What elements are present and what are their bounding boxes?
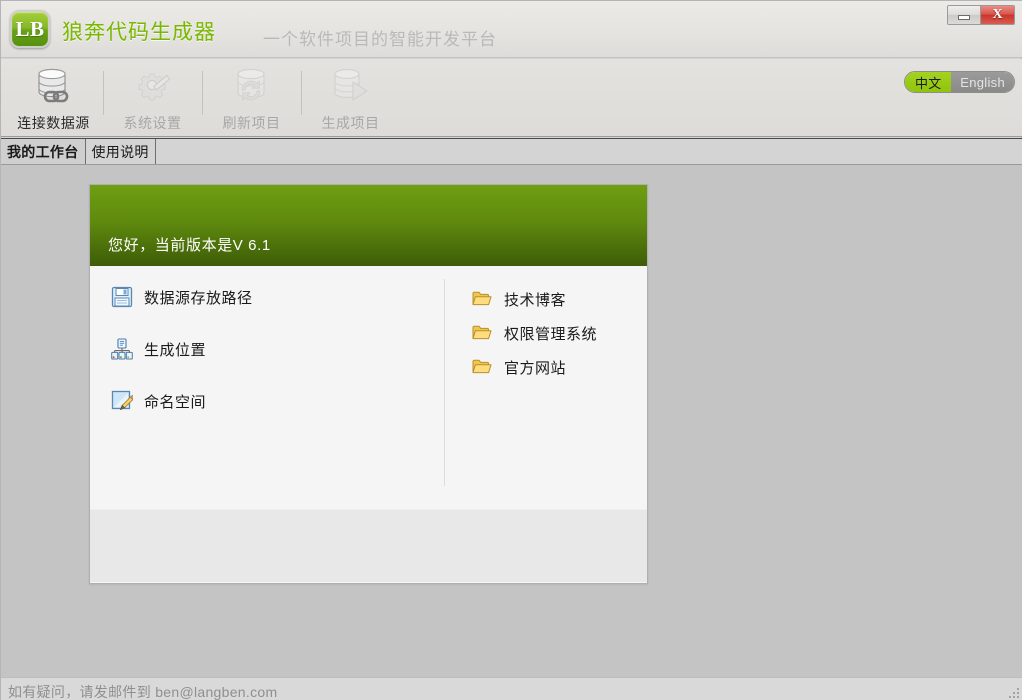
link-label-datasource-path: 数据源存放路径 <box>144 287 253 308</box>
workbench-panel-body: 数据源存放路径 <box>90 266 647 509</box>
status-bar: 如有疑问，请发邮件到 ben@langben.com <box>1 677 1022 700</box>
link-permission-system[interactable]: 权限管理系统 <box>470 317 640 349</box>
toolbar-label-system-settings: 系统设置 <box>124 113 182 133</box>
close-button[interactable]: X <box>981 6 1014 24</box>
link-namespace[interactable]: 命名空间 <box>110 385 430 417</box>
minimize-button[interactable] <box>948 6 981 24</box>
title-bar: LB 狼奔代码生成器 一个软件项目的智能开发平台 X <box>1 1 1022 58</box>
app-subtitle: 一个软件项目的智能开发平台 <box>263 25 497 50</box>
toolbar-label-generate-project: 生成项目 <box>322 113 380 133</box>
tab-bar: 我的工作台 使用说明 <box>1 138 1022 165</box>
gear-icon <box>130 64 176 112</box>
application-window: LB 狼奔代码生成器 一个软件项目的智能开发平台 X <box>0 0 1022 700</box>
toolbar-button-refresh-project[interactable]: 刷新项目 <box>202 59 301 137</box>
link-label-generate-location: 生成位置 <box>144 339 206 360</box>
network-deploy-icon <box>110 337 134 361</box>
link-label-namespace: 命名空间 <box>144 391 206 412</box>
toolbar-button-system-settings[interactable]: 系统设置 <box>103 59 202 137</box>
link-label-official-website: 官方网站 <box>504 357 566 378</box>
floppy-save-icon <box>110 285 134 309</box>
toolbar-label-connect-datasource: 连接数据源 <box>17 113 90 133</box>
close-icon: X <box>992 8 1002 22</box>
app-logo-text: LB <box>15 19 44 40</box>
folder-icon <box>470 355 494 379</box>
content-area: 您好，当前版本是V 6.1 <box>1 165 1022 677</box>
column-divider <box>444 279 445 486</box>
workbench-panel: 您好，当前版本是V 6.1 <box>89 184 648 584</box>
tab-my-workbench[interactable]: 我的工作台 <box>1 139 86 164</box>
window-controls: X <box>947 5 1015 25</box>
link-label-tech-blog: 技术博客 <box>504 289 566 310</box>
language-option-english[interactable]: English <box>951 72 1014 92</box>
link-tech-blog[interactable]: 技术博客 <box>470 283 640 315</box>
app-logo: LB <box>10 10 50 48</box>
toolbar-label-refresh-project: 刷新项目 <box>223 113 281 133</box>
minimize-icon <box>958 15 970 20</box>
link-official-website[interactable]: 官方网站 <box>470 351 640 383</box>
folder-icon <box>470 287 494 311</box>
resource-links-column: 技术博客 权限管理系统 <box>470 283 640 383</box>
status-bar-text: 如有疑问，请发邮件到 ben@langben.com <box>8 682 277 700</box>
toolbar-button-generate-project[interactable]: 生成项目 <box>301 59 400 137</box>
database-link-icon <box>31 64 77 112</box>
link-datasource-path[interactable]: 数据源存放路径 <box>110 281 430 313</box>
app-title: 狼奔代码生成器 <box>62 16 216 46</box>
workbench-panel-footer <box>90 509 647 582</box>
welcome-banner-text: 您好，当前版本是V 6.1 <box>108 234 271 255</box>
resize-grip[interactable] <box>1005 684 1019 698</box>
folder-icon <box>470 321 494 345</box>
link-label-permission-system: 权限管理系统 <box>504 323 597 344</box>
language-toggle: 中文 English <box>904 71 1015 93</box>
toolbar-button-connect-datasource[interactable]: 连接数据源 <box>4 59 103 137</box>
link-generate-location[interactable]: 生成位置 <box>110 333 430 365</box>
main-toolbar: 连接数据源 系统设置 <box>1 59 1022 137</box>
database-play-icon <box>328 64 374 112</box>
tab-instructions[interactable]: 使用说明 <box>86 139 156 164</box>
settings-links-column: 数据源存放路径 <box>110 281 430 417</box>
welcome-banner: 您好，当前版本是V 6.1 <box>90 185 647 266</box>
toolbar-items: 连接数据源 系统设置 <box>4 59 400 137</box>
edit-pencil-icon <box>110 389 134 413</box>
language-option-chinese[interactable]: 中文 <box>905 72 951 92</box>
database-refresh-icon <box>229 64 275 112</box>
